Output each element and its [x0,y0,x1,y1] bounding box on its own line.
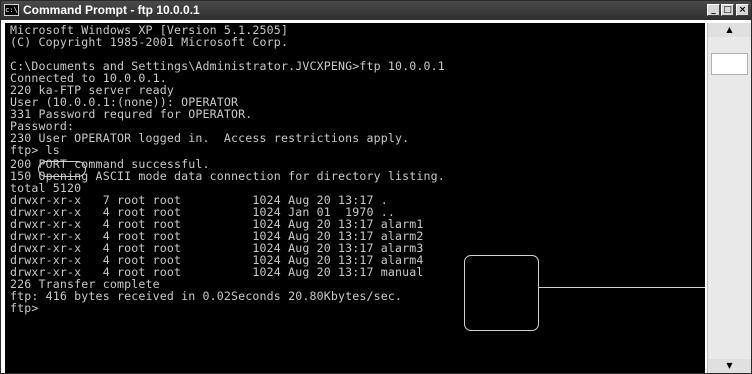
console-line: ftp> [10,301,39,315]
callout-line [539,287,705,288]
scroll-up-icon[interactable]: ▲ [708,23,751,37]
console-output[interactable]: Microsoft Windows XP [Version 5.1.2505](… [5,23,705,373]
directory-names-highlight [464,255,539,331]
scroll-down-icon[interactable]: ▼ [708,359,751,373]
title-bar[interactable]: c:\ Command Prompt - ftp 10.0.0.1 _ □ × [1,1,751,20]
minimize-button[interactable]: _ [707,4,720,16]
window-title: Command Prompt - ftp 10.0.0.1 [23,3,200,17]
console-line: ftp> ls [10,143,60,157]
command-prompt-window: c:\ Command Prompt - ftp 10.0.0.1 _ □ × … [0,0,752,374]
close-button[interactable]: × [736,4,749,16]
maximize-button[interactable]: □ [721,4,734,16]
console-line: (C) Copyright 1985-2001 Microsoft Corp. [10,35,289,49]
command-prompt-icon[interactable]: c:\ [4,4,19,16]
console-line: ftp: 416 bytes received in 0.02Seconds 2… [10,289,403,303]
vertical-scrollbar[interactable]: ▲ ▼ [707,23,751,373]
console-line: 230 User OPERATOR logged in. Access rest… [10,131,410,145]
scroll-thumb[interactable] [711,53,748,75]
ls-command-highlight [38,161,86,177]
